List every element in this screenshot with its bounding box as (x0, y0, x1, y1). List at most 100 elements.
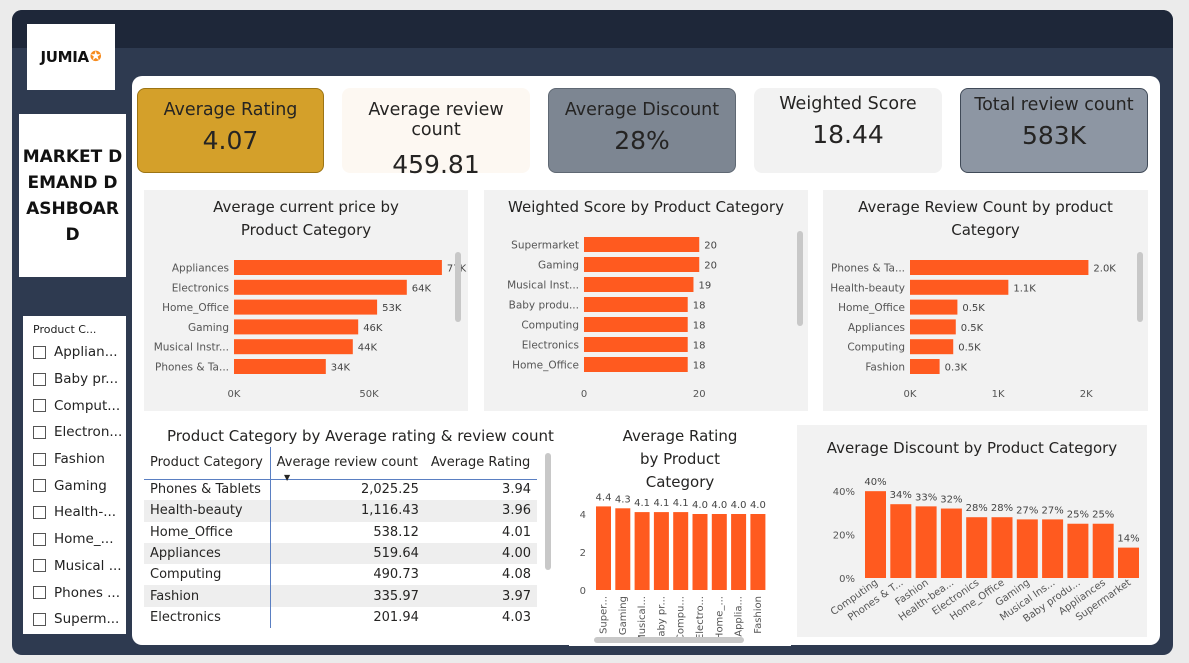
weighted-score-chart-svg: Supermarket 20 Gaming 20 Musical Inst... 19 Ba… (507, 237, 717, 400)
slicer-item-phones[interactable]: Phones ... (33, 579, 126, 606)
category-label: Electronics (522, 340, 579, 352)
table-row[interactable]: Computing 490.73 4.08 (144, 564, 537, 586)
bar[interactable] (584, 237, 700, 252)
bar[interactable] (692, 514, 708, 590)
checkbox[interactable] (33, 452, 46, 466)
category-table[interactable]: Product Category by Average rating & rev… (144, 425, 555, 634)
table-row[interactable]: Home_Office 538.12 4.01 (144, 521, 537, 543)
data-label: 4.0 (692, 500, 708, 511)
checkbox[interactable] (33, 559, 46, 573)
table-row[interactable]: Health-beauty 1,116.43 3.96 (144, 500, 537, 522)
data-label: 28% (966, 503, 988, 514)
table-row[interactable]: Phones & Tablets 2,025.25 3.94 (144, 479, 537, 501)
bar[interactable] (234, 279, 407, 295)
table-body: Phones & Tablets 2,025.25 3.94 Health-beaut… (144, 479, 537, 629)
bar[interactable] (1016, 519, 1038, 578)
column-header-review-count[interactable]: Average review count ▼ (270, 447, 425, 482)
checkbox[interactable] (33, 532, 46, 546)
table-row[interactable]: Fashion 335.97 3.97 (144, 585, 537, 607)
kpi-value: 583K (1021, 121, 1087, 150)
checkbox[interactable] (33, 612, 46, 626)
chart-scrollbar[interactable] (797, 231, 803, 326)
bar[interactable] (966, 517, 988, 578)
chart-scrollbar[interactable] (1137, 252, 1143, 322)
column-header-rating[interactable]: Average Rating (425, 447, 537, 479)
avg-discount-chart[interactable]: Average Discount by Product Category 0% 2… (797, 425, 1147, 637)
bar[interactable] (584, 297, 688, 312)
bar[interactable] (910, 260, 1089, 275)
bar[interactable] (910, 279, 1009, 295)
report-canvas: Average Rating 4.07 Average review count… (132, 76, 1160, 646)
bar[interactable] (584, 277, 694, 292)
slicer-item-health-beauty[interactable]: Health-... (33, 499, 126, 526)
bar[interactable] (634, 512, 650, 590)
bar[interactable] (584, 357, 688, 372)
weighted-score-chart[interactable]: Weighted Score by Product Category Super… (484, 190, 808, 411)
bar[interactable] (890, 504, 912, 578)
checkbox[interactable] (33, 586, 46, 600)
checkbox[interactable] (33, 372, 46, 386)
chart-scrollbar[interactable] (455, 252, 461, 322)
category-label: Appliances (848, 322, 905, 334)
data-label: 25% (1092, 510, 1114, 521)
data-label: 0.3K (945, 363, 968, 374)
bar[interactable] (584, 257, 700, 272)
bar[interactable] (910, 319, 956, 335)
bar[interactable] (910, 299, 958, 315)
checkbox[interactable] (33, 425, 46, 439)
bar[interactable] (991, 517, 1013, 578)
table-row[interactable]: Appliances 519.64 4.00 (144, 542, 537, 565)
slicer-item-home-office[interactable]: Home_... (33, 526, 126, 553)
slicer-item-musical[interactable]: Musical ... (33, 553, 126, 580)
bar[interactable] (584, 317, 688, 332)
table-scrollbar[interactable] (545, 453, 551, 570)
bar[interactable] (615, 508, 631, 590)
tick-label: 0 (580, 586, 586, 597)
table-row[interactable]: Electronics 201.94 4.03 (144, 606, 537, 629)
bar[interactable] (234, 299, 378, 315)
slicer-item-label: Health-... (54, 504, 117, 521)
kpi-value: 18.44 (812, 120, 884, 149)
checkbox[interactable] (33, 399, 46, 413)
bar[interactable] (234, 319, 359, 335)
checkbox[interactable] (33, 505, 46, 519)
bar[interactable] (940, 508, 962, 578)
slicer-item-baby-products[interactable]: Baby pr... (33, 366, 126, 393)
bar[interactable] (910, 339, 954, 355)
checkbox[interactable] (33, 479, 46, 493)
bar[interactable] (915, 506, 937, 578)
avg-rating-chart[interactable]: Average Rating by Product Category 0 2 4 4.… (569, 425, 791, 646)
bar[interactable] (234, 260, 442, 275)
bar[interactable] (1092, 523, 1114, 578)
slicer-item-supermarket[interactable]: Superm... (33, 606, 126, 633)
bar[interactable] (1067, 523, 1089, 578)
bar[interactable] (653, 512, 669, 590)
bar[interactable] (750, 514, 766, 590)
bar[interactable] (234, 359, 326, 374)
slicer-item-appliances[interactable]: Applian... (33, 339, 126, 366)
bar[interactable] (234, 339, 353, 355)
cell-category: Computing (144, 564, 271, 586)
bar[interactable] (865, 491, 886, 578)
bar[interactable] (731, 514, 747, 590)
checkbox[interactable] (33, 345, 46, 359)
slicer-item-electronics[interactable]: Electron... (33, 419, 126, 446)
slicer-item-fashion[interactable]: Fashion (33, 446, 126, 473)
product-category-slicer[interactable]: Product C... Applian... Baby pr... Compu… (23, 316, 126, 634)
slicer-item-gaming[interactable]: Gaming (33, 472, 126, 499)
tick-label: 4 (580, 510, 586, 521)
cell-category: Fashion (144, 585, 271, 607)
avg-price-chart[interactable]: Average current price by Product Categor… (144, 190, 468, 411)
bar[interactable] (711, 514, 727, 590)
bar[interactable] (1042, 519, 1064, 578)
avg-review-count-chart[interactable]: Average Review Count by product Category… (823, 190, 1148, 411)
chart-h-scrollbar[interactable] (594, 637, 744, 643)
slicer-item-computing[interactable]: Comput... (33, 392, 126, 419)
sort-desc-icon[interactable]: ▼ (284, 473, 290, 482)
column-header-category[interactable]: Product Category (144, 447, 271, 479)
bar[interactable] (584, 337, 688, 352)
bar[interactable] (596, 506, 611, 590)
bar[interactable] (673, 512, 689, 590)
bar[interactable] (1118, 547, 1139, 578)
bar[interactable] (910, 359, 940, 374)
